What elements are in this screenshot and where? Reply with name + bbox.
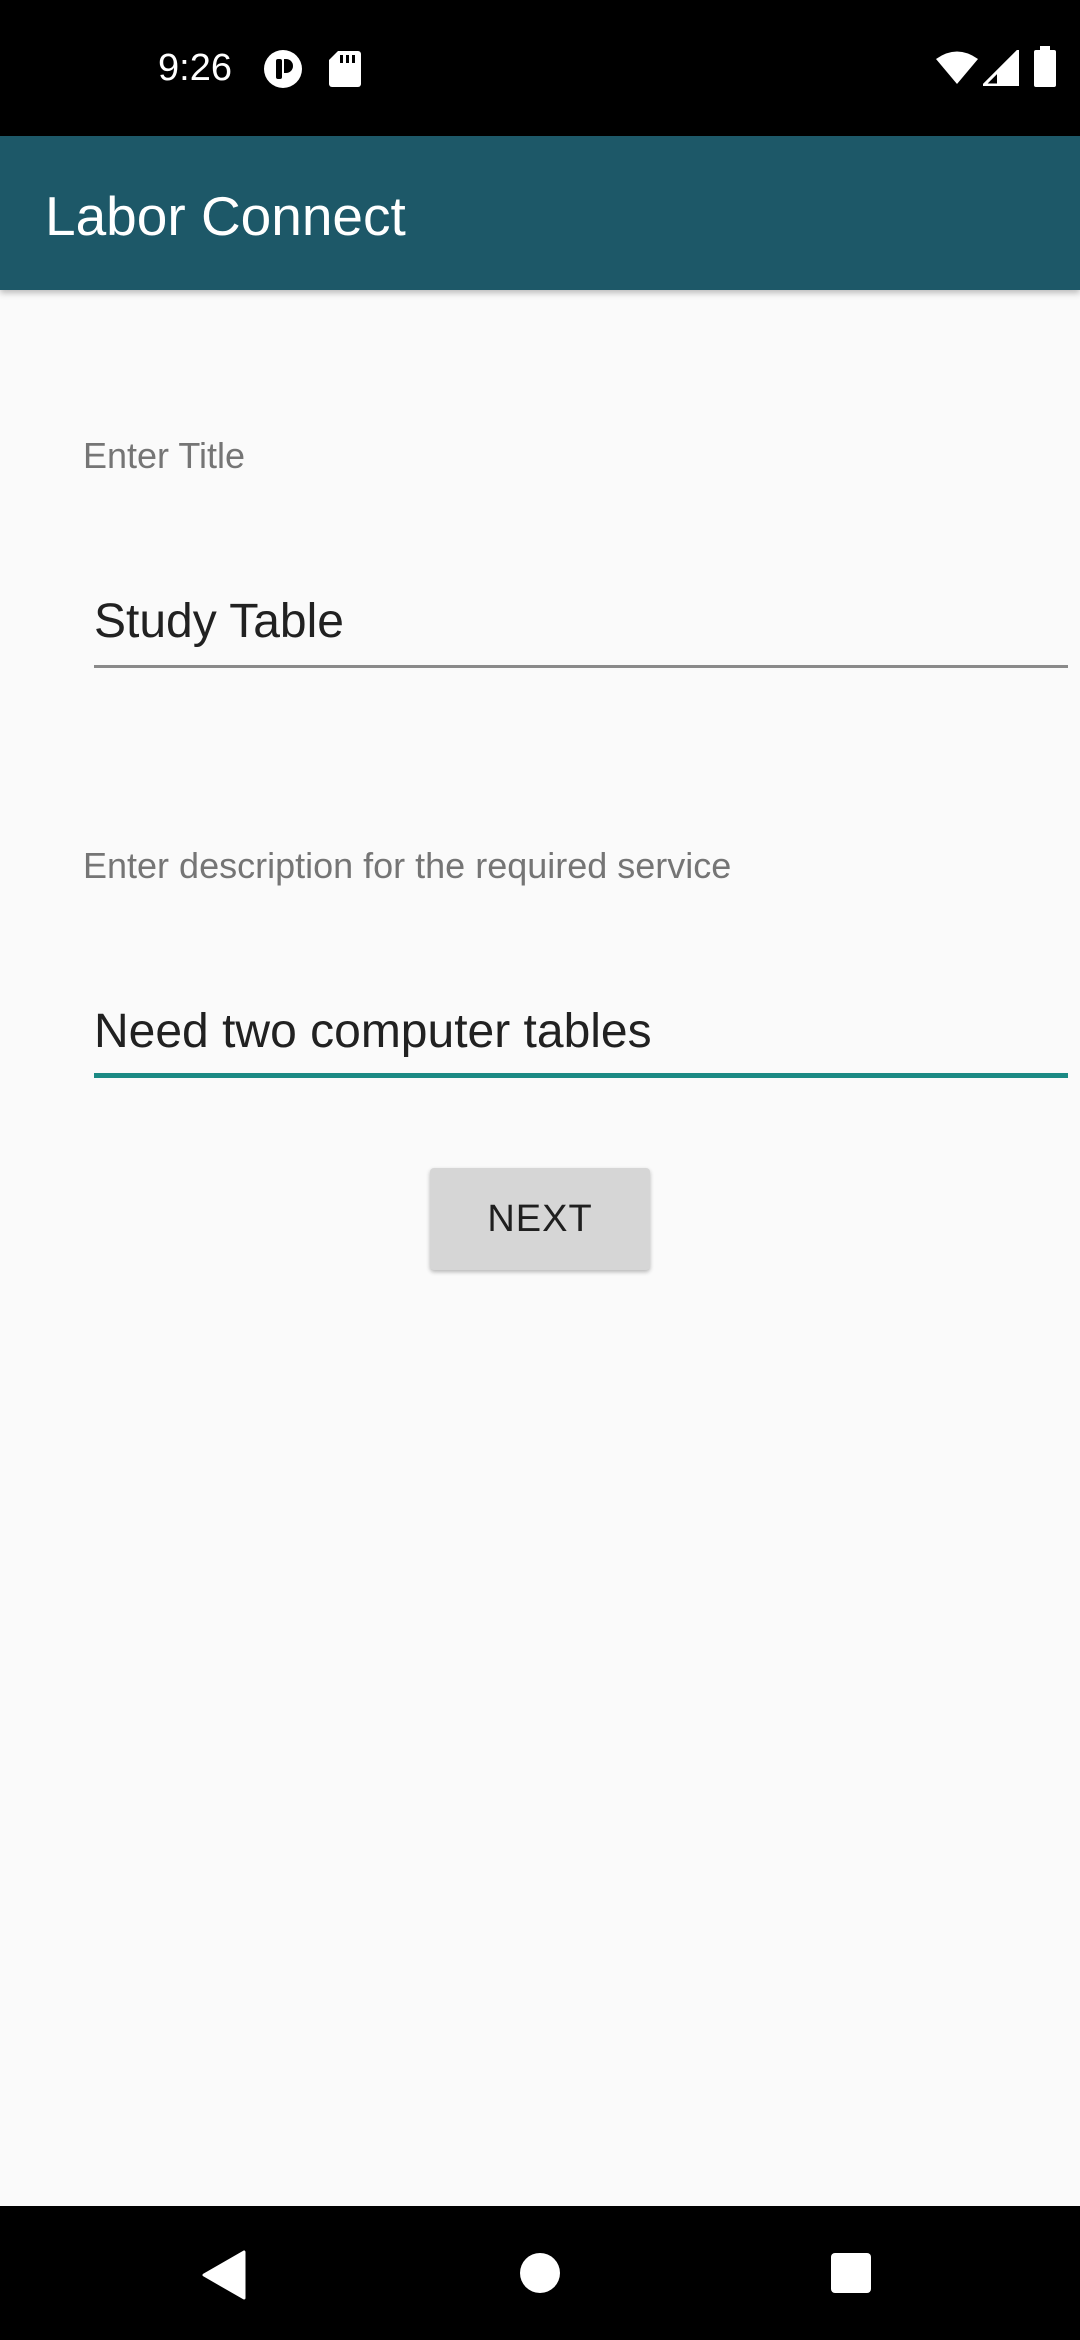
description-label: Enter description for the required servi… [83,845,732,886]
status-bar: 9:26 [0,0,1080,136]
wifi-icon [935,50,979,91]
title-label: Enter Title [83,435,246,476]
app-bar: Labor Connect [0,136,1080,290]
back-icon[interactable] [200,2250,246,2305]
sd-card-icon [329,50,361,93]
home-icon[interactable] [519,2252,561,2299]
app-title: Labor Connect [45,185,406,247]
status-time: 9:26 [158,47,232,89]
recents-icon[interactable] [830,2252,872,2299]
battery-icon [1033,46,1057,93]
title-input[interactable]: Study Table [94,590,1068,668]
description-input[interactable]: Need two computer tables [94,1000,1068,1078]
title-input-value: Study Table [94,595,344,648]
signal-icon [980,47,1020,91]
notification-app-icon [263,49,303,94]
description-input-value: Need two computer tables [94,1005,652,1058]
nav-bar [0,2206,1080,2340]
next-button[interactable]: NEXT [430,1168,650,1270]
